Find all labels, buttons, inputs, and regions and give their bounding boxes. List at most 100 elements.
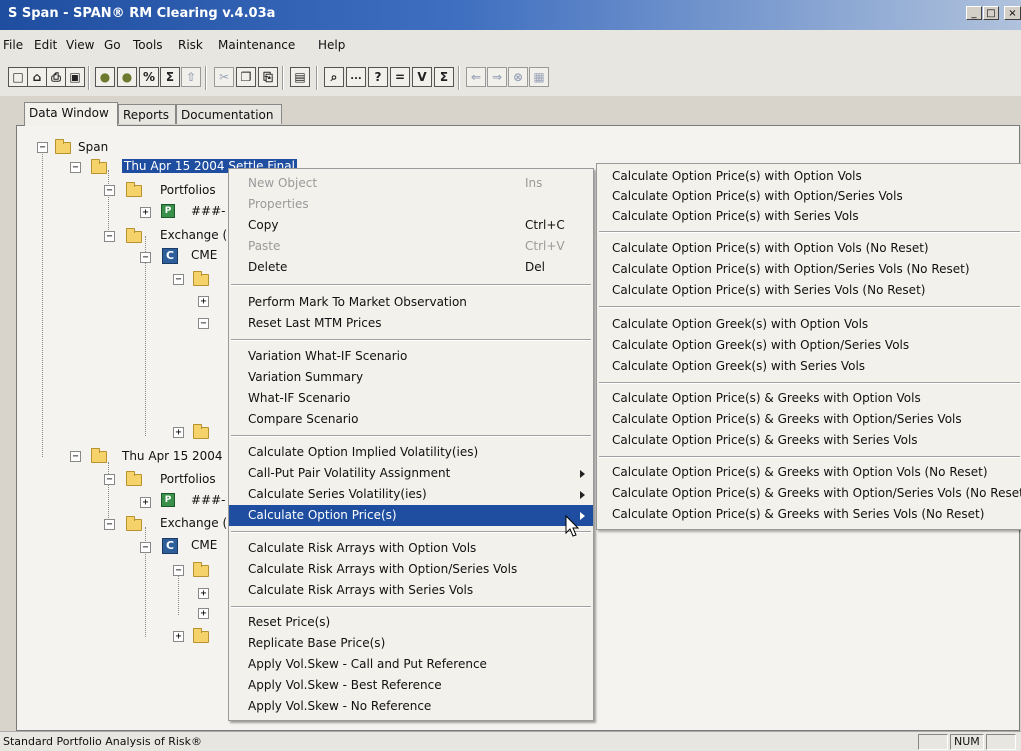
collapse-toggle[interactable]: − xyxy=(70,162,81,173)
menu-file[interactable]: File xyxy=(3,38,23,52)
sigma-icon[interactable]: Σ xyxy=(160,67,180,87)
submenu-item[interactable]: Calculate Option Price(s) with Option Vo… xyxy=(597,166,1021,187)
expand-toggle[interactable]: + xyxy=(140,207,151,218)
menu-item-implied-vol[interactable]: Calculate Option Implied Volatility(ies) xyxy=(229,442,593,463)
submenu-item[interactable]: Calculate Option Price(s) & Greeks with … xyxy=(597,504,1021,525)
submenu-item[interactable]: Calculate Option Greek(s) with Option/Se… xyxy=(597,335,1021,356)
menu-item-skew-none[interactable]: Apply Vol.Skew - No Reference xyxy=(229,696,593,717)
tree-node-portfolio[interactable]: ###- xyxy=(191,204,226,218)
submenu-item[interactable]: Calculate Option Price(s) & Greeks with … xyxy=(597,409,1021,430)
tab-documentation[interactable]: Documentation xyxy=(176,104,282,124)
properties-icon[interactable]: ▤ xyxy=(290,67,310,87)
risk-icon-1[interactable]: ● xyxy=(95,67,115,87)
expand-toggle[interactable]: + xyxy=(198,608,209,619)
collapse-toggle[interactable]: − xyxy=(140,542,151,553)
tree-node-cme-2[interactable]: CME xyxy=(191,538,217,552)
collapse-toggle[interactable]: − xyxy=(104,474,115,485)
tab-data-window[interactable]: Data Window xyxy=(24,102,118,126)
stop-icon[interactable]: ⊗ xyxy=(508,67,528,87)
menu-maintenance[interactable]: Maintenance xyxy=(218,38,295,52)
submenu-item[interactable]: Calculate Option Price(s) with Series Vo… xyxy=(597,206,1021,227)
print-icon[interactable]: ⎙ xyxy=(46,67,66,87)
menu-item-option-price[interactable]: Calculate Option Price(s) xyxy=(229,505,593,526)
submenu-item[interactable]: Calculate Option Price(s) & Greeks with … xyxy=(597,388,1021,409)
tree-node-thu-apr-15[interactable]: Thu Apr 15 2004 xyxy=(122,449,223,463)
percent-icon[interactable]: % xyxy=(139,67,159,87)
submenu-item[interactable]: Calculate Option Price(s) & Greeks with … xyxy=(597,462,1021,483)
save-icon[interactable]: ▣ xyxy=(65,67,85,87)
menu-help[interactable]: Help xyxy=(318,38,345,52)
menu-tools[interactable]: Tools xyxy=(133,38,163,52)
expand-toggle[interactable]: + xyxy=(173,427,184,438)
menu-item-series-vol[interactable]: Calculate Series Volatility(ies) xyxy=(229,484,593,505)
sigma-sub-icon[interactable]: Σ xyxy=(434,67,454,87)
submenu-item[interactable]: Calculate Option Price(s) & Greeks with … xyxy=(597,483,1021,504)
expand-toggle[interactable]: + xyxy=(198,588,209,599)
menu-item-skew-call-put[interactable]: Apply Vol.Skew - Call and Put Reference xyxy=(229,654,593,675)
expand-toggle[interactable]: + xyxy=(140,497,151,508)
v-icon[interactable]: V xyxy=(412,67,432,87)
menu-item-properties[interactable]: Properties xyxy=(229,194,593,215)
menu-item-variation-summary[interactable]: Variation Summary xyxy=(229,367,593,388)
menu-item-replicate-base[interactable]: Replicate Base Price(s) xyxy=(229,633,593,654)
collapse-toggle[interactable]: − xyxy=(104,519,115,530)
menu-item-delete[interactable]: Delete Del xyxy=(229,257,593,278)
copy-icon[interactable]: ❐ xyxy=(236,67,256,87)
menu-view[interactable]: View xyxy=(66,38,94,52)
collapse-toggle[interactable]: − xyxy=(37,142,48,153)
refresh-icon[interactable]: ▦ xyxy=(529,67,549,87)
submenu-item[interactable]: Calculate Option Greek(s) with Series Vo… xyxy=(597,356,1021,377)
submenu-item[interactable]: Calculate Option Price(s) & Greeks with … xyxy=(597,430,1021,451)
menu-risk[interactable]: Risk xyxy=(178,38,203,52)
paste-icon[interactable]: ⎘ xyxy=(258,67,278,87)
expand-toggle[interactable]: + xyxy=(198,296,209,307)
submenu-item[interactable]: Calculate Option Price(s) with Option Vo… xyxy=(597,238,1021,259)
tree-node-portfolios-2[interactable]: Portfolios xyxy=(160,472,216,486)
open-icon[interactable]: ⌂ xyxy=(27,67,47,87)
upload-icon[interactable]: ⇧ xyxy=(181,67,201,87)
collapse-toggle[interactable]: − xyxy=(140,252,151,263)
tree-node-span[interactable]: Span xyxy=(78,140,108,154)
menu-item-paste[interactable]: Paste Ctrl+V xyxy=(229,236,593,257)
menu-item-copy[interactable]: Copy Ctrl+C xyxy=(229,215,593,236)
collapse-toggle[interactable]: − xyxy=(173,565,184,576)
menu-item-new-object[interactable]: New Object Ins xyxy=(229,173,593,194)
tree-node-cme[interactable]: CME xyxy=(191,248,217,262)
tab-reports[interactable]: Reports xyxy=(118,104,176,124)
risk-icon-2[interactable]: ● xyxy=(117,67,137,87)
title-bar[interactable]: S Span - SPAN® RM Clearing v.4.03a _ □ × xyxy=(0,0,1021,30)
menu-go[interactable]: Go xyxy=(104,38,121,52)
submenu-item[interactable]: Calculate Option Price(s) with Option/Se… xyxy=(597,259,1021,280)
back-icon[interactable]: ⇐ xyxy=(466,67,486,87)
minimize-button[interactable]: _ xyxy=(966,6,982,20)
collapse-toggle[interactable]: − xyxy=(198,318,209,329)
menu-item-call-put-pair[interactable]: Call-Put Pair Volatility Assignment xyxy=(229,463,593,484)
restore-button[interactable]: □ xyxy=(983,6,999,20)
menu-edit[interactable]: Edit xyxy=(34,38,57,52)
collapse-toggle[interactable]: − xyxy=(104,231,115,242)
submenu-item[interactable]: Calculate Option Greek(s) with Option Vo… xyxy=(597,314,1021,335)
menu-item-mark-to-market[interactable]: Perform Mark To Market Observation xyxy=(229,292,593,313)
new-icon[interactable]: □ xyxy=(8,67,28,87)
find-icon[interactable]: ⌕ xyxy=(324,67,344,87)
collapse-toggle[interactable]: − xyxy=(70,451,81,462)
menu-item-variation-what-if[interactable]: Variation What-IF Scenario xyxy=(229,346,593,367)
tree-node-portfolios[interactable]: Portfolios xyxy=(160,183,216,197)
expand-toggle[interactable]: + xyxy=(173,631,184,642)
tree-node-exchange-2[interactable]: Exchange ( xyxy=(160,516,227,530)
menu-item-reset-mtm[interactable]: Reset Last MTM Prices xyxy=(229,313,593,334)
menu-item-risk-arrays-option-series[interactable]: Calculate Risk Arrays with Option/Series… xyxy=(229,559,593,580)
menu-item-reset-prices[interactable]: Reset Price(s) xyxy=(229,612,593,633)
collapse-toggle[interactable]: − xyxy=(173,274,184,285)
equals-icon[interactable]: = xyxy=(390,67,410,87)
cut-icon[interactable]: ✂ xyxy=(214,67,234,87)
menu-item-compare-scenario[interactable]: Compare Scenario xyxy=(229,409,593,430)
forward-icon[interactable]: ⇒ xyxy=(487,67,507,87)
menu-item-what-if[interactable]: What-IF Scenario xyxy=(229,388,593,409)
close-button[interactable]: × xyxy=(1004,6,1021,20)
menu-item-skew-best[interactable]: Apply Vol.Skew - Best Reference xyxy=(229,675,593,696)
collapse-toggle[interactable]: − xyxy=(104,185,115,196)
submenu-item[interactable]: Calculate Option Price(s) with Series Vo… xyxy=(597,280,1021,301)
tree-node-exchange[interactable]: Exchange ( xyxy=(160,228,227,242)
ellipsis-icon[interactable]: ... xyxy=(346,67,366,87)
